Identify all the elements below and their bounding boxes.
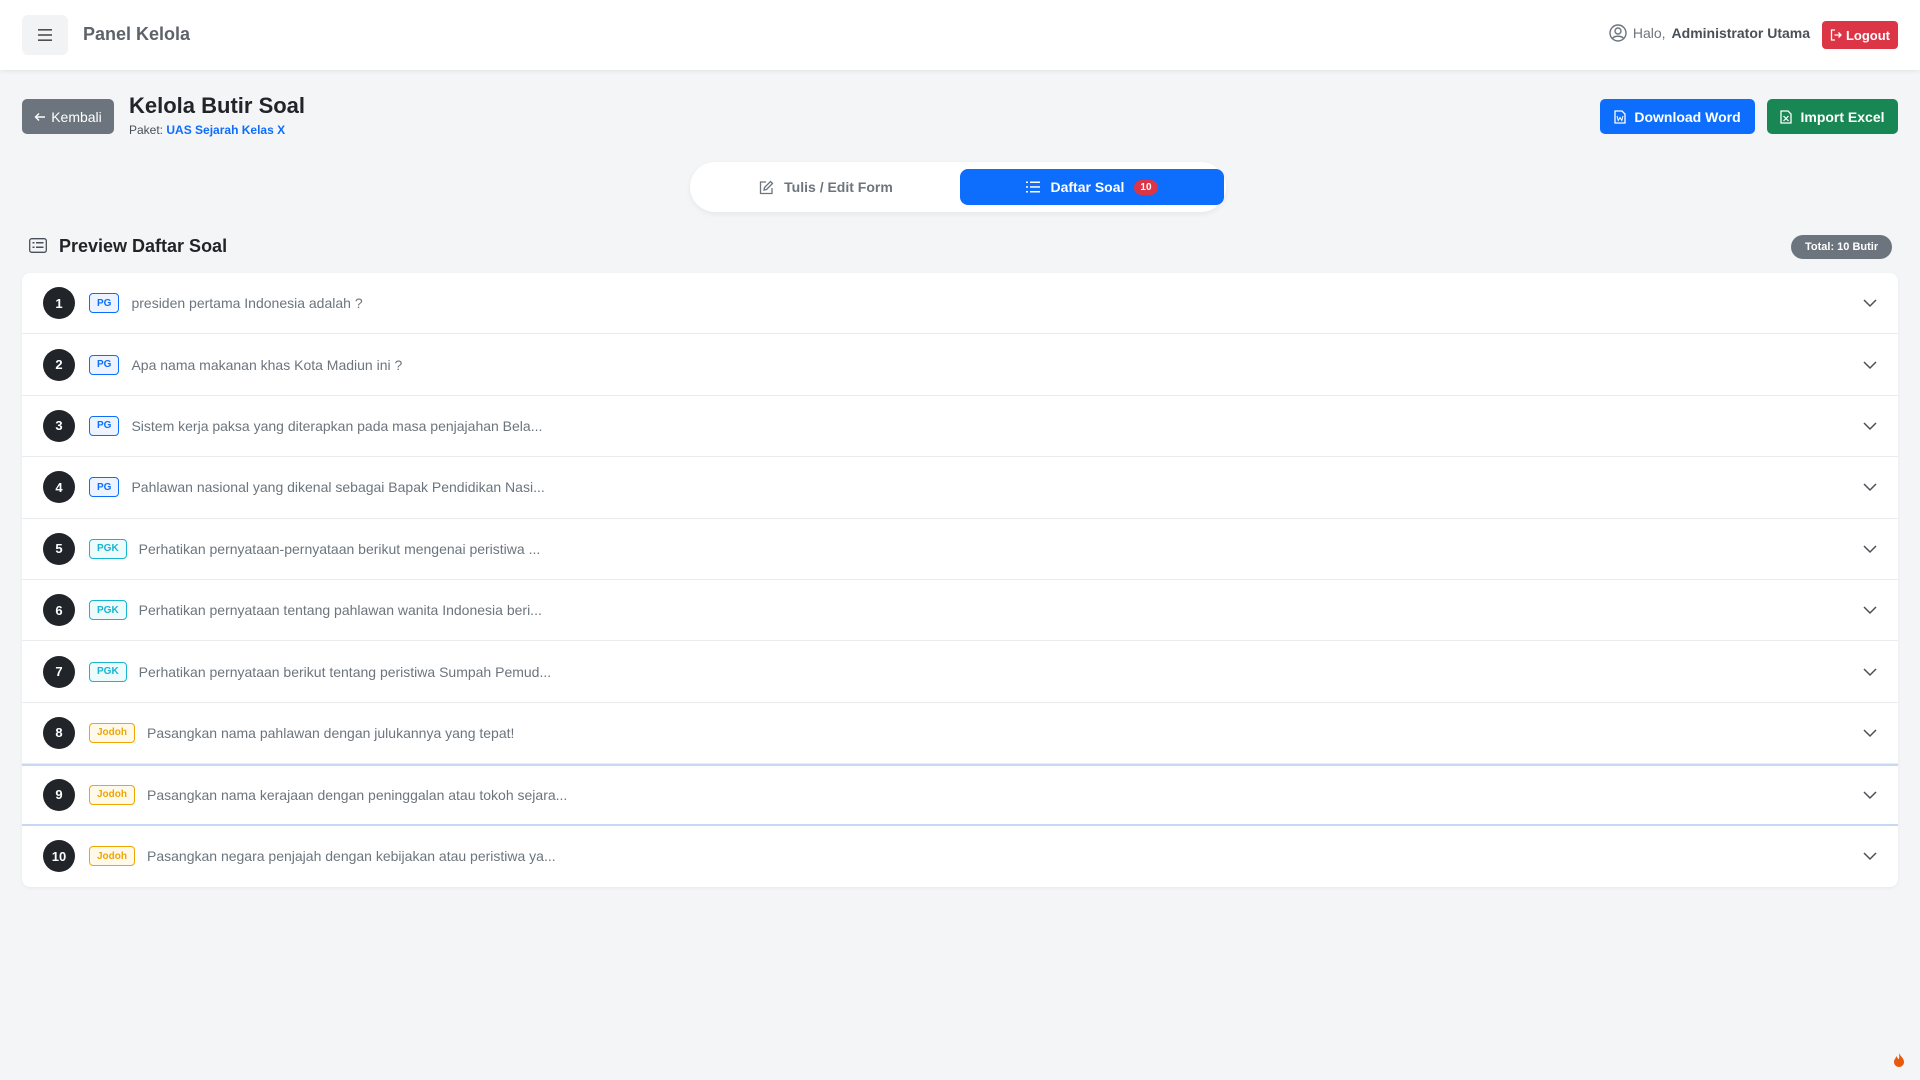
menu-toggle-button[interactable] bbox=[22, 15, 68, 55]
question-text: Perhatikan pernyataan tentang pahlawan w… bbox=[138, 602, 542, 619]
tab-question-list[interactable]: Daftar Soal 10 bbox=[960, 169, 1224, 205]
question-row[interactable]: 7 PGK Perhatikan pernyataan berikut tentan… bbox=[22, 641, 1898, 703]
list-icon bbox=[1026, 181, 1041, 193]
total-badge: Total: 10 Butir bbox=[1791, 235, 1893, 259]
preview-title: Preview Daftar Soal bbox=[59, 236, 228, 256]
fire-icon[interactable] bbox=[1892, 1052, 1906, 1068]
question-text: presiden pertama Indonesia adalah ? bbox=[131, 295, 363, 312]
question-type-badge: PGK bbox=[89, 600, 127, 621]
logout-button[interactable]: Logout bbox=[1821, 21, 1898, 49]
file-excel-icon bbox=[1780, 109, 1793, 124]
download-word-label: Download Word bbox=[1634, 108, 1741, 125]
view-tabs: Tulis / Edit Form Daftar Soal 10 bbox=[690, 162, 1226, 212]
chevron-down-icon[interactable] bbox=[1862, 725, 1878, 741]
question-type-badge: Jodoh bbox=[89, 846, 135, 867]
question-row[interactable]: 4 PG Pahlawan nasional yang dikenal sebaga… bbox=[22, 457, 1898, 519]
question-number: 3 bbox=[43, 409, 75, 442]
arrow-left-icon bbox=[34, 112, 46, 121]
question-type-badge: PG bbox=[89, 477, 120, 498]
question-row[interactable]: 8 Jodoh Pasangkan nama pahlawan dengan jul… bbox=[22, 703, 1898, 765]
hamburger-icon bbox=[38, 29, 52, 41]
question-text: Pasangkan nama pahlawan dengan julukanny… bbox=[147, 724, 515, 741]
question-row[interactable]: 1 PG presiden pertama Indonesia adalah ? bbox=[22, 273, 1898, 335]
chevron-down-icon[interactable] bbox=[1862, 479, 1878, 495]
import-excel-button[interactable]: Import Excel bbox=[1767, 99, 1898, 134]
top-navbar: Panel Kelola Halo, Administrator Utama L… bbox=[0, 0, 1920, 70]
question-text: Pasangkan negara penjajah dengan kebijak… bbox=[147, 848, 556, 865]
chevron-down-icon[interactable] bbox=[1862, 848, 1878, 864]
question-number: 7 bbox=[43, 655, 75, 688]
list-card-icon bbox=[29, 238, 47, 253]
logout-icon bbox=[1830, 29, 1842, 41]
question-text: Pahlawan nasional yang dikenal sebagai B… bbox=[131, 479, 545, 496]
question-row[interactable]: 10 Jodoh Pasangkan negara penjajah dengan … bbox=[22, 826, 1898, 887]
question-number: 2 bbox=[43, 348, 75, 381]
question-list: 1 PG presiden pertama Indonesia adalah ? 2 P… bbox=[22, 273, 1898, 887]
question-row[interactable]: 6 PGK Perhatikan pernyataan tentang pahlaw… bbox=[22, 580, 1898, 642]
question-type-badge: Jodoh bbox=[89, 784, 135, 805]
question-row[interactable]: 5 PGK Perhatikan pernyataan-pernyataan ber… bbox=[22, 519, 1898, 580]
question-text: Pasangkan nama kerajaan dengan peninggal… bbox=[147, 786, 568, 803]
chevron-down-icon[interactable] bbox=[1862, 418, 1878, 434]
question-type-badge: PG bbox=[89, 293, 120, 314]
question-type-badge: PG bbox=[89, 354, 120, 375]
chevron-down-icon[interactable] bbox=[1862, 664, 1878, 680]
download-word-button[interactable]: Download Word bbox=[1600, 99, 1755, 134]
question-row[interactable]: 3 PG Sistem kerja paksa yang diterapkan pa… bbox=[22, 396, 1898, 458]
question-number: 8 bbox=[43, 716, 75, 749]
chevron-down-icon[interactable] bbox=[1862, 541, 1878, 557]
package-label: Paket: bbox=[129, 123, 164, 137]
chevron-down-icon[interactable] bbox=[1862, 295, 1878, 311]
tab-edit-form[interactable]: Tulis / Edit Form bbox=[698, 169, 954, 205]
question-type-badge: PGK bbox=[89, 661, 127, 682]
question-number: 5 bbox=[43, 532, 75, 565]
chevron-down-icon[interactable] bbox=[1862, 602, 1878, 618]
question-row[interactable]: 9 Jodoh Pasangkan nama kerajaan dengan pen… bbox=[22, 764, 1898, 826]
question-type-badge: Jodoh bbox=[89, 722, 135, 743]
package-name-link[interactable]: UAS Sejarah Kelas X bbox=[166, 123, 285, 137]
question-text: Apa nama makanan khas Kota Madiun ini ? bbox=[131, 356, 403, 373]
question-number: 4 bbox=[43, 471, 75, 504]
package-info: Paket: UAS Sejarah Kelas X bbox=[129, 123, 285, 137]
question-number: 6 bbox=[43, 594, 75, 627]
logout-label: Logout bbox=[1845, 27, 1890, 43]
user-greeting: Halo, Administrator Utama bbox=[1609, 24, 1810, 42]
chevron-down-icon[interactable] bbox=[1862, 357, 1878, 373]
brand-title[interactable]: Panel Kelola bbox=[83, 24, 190, 45]
chevron-down-icon[interactable] bbox=[1862, 787, 1878, 803]
user-name: Administrator Utama bbox=[1671, 25, 1810, 41]
file-word-icon bbox=[1614, 109, 1626, 124]
question-number: 9 bbox=[43, 778, 75, 811]
back-label: Kembali bbox=[51, 108, 102, 125]
user-circle-icon bbox=[1609, 24, 1627, 42]
edit-icon bbox=[760, 180, 774, 194]
tab-list-label: Daftar Soal bbox=[1050, 179, 1125, 195]
question-type-badge: PG bbox=[89, 415, 120, 436]
question-number: 1 bbox=[43, 287, 75, 320]
question-text: Sistem kerja paksa yang diterapkan pada … bbox=[131, 417, 543, 434]
question-text: Perhatikan pernyataan-pernyataan berikut… bbox=[138, 540, 541, 557]
greeting-prefix: Halo, bbox=[1632, 25, 1666, 41]
question-number: 10 bbox=[43, 840, 75, 873]
question-row[interactable]: 2 PG Apa nama makanan khas Kota Madiun ini… bbox=[22, 334, 1898, 396]
question-type-badge: PGK bbox=[89, 538, 127, 559]
back-button[interactable]: Kembali bbox=[22, 99, 114, 134]
page-title: Kelola Butir Soal bbox=[129, 93, 306, 118]
import-excel-label: Import Excel bbox=[1800, 108, 1885, 125]
tab-edit-label: Tulis / Edit Form bbox=[784, 179, 893, 195]
question-text: Perhatikan pernyataan berikut tentang pe… bbox=[138, 663, 552, 680]
question-count-badge: 10 bbox=[1134, 179, 1158, 195]
